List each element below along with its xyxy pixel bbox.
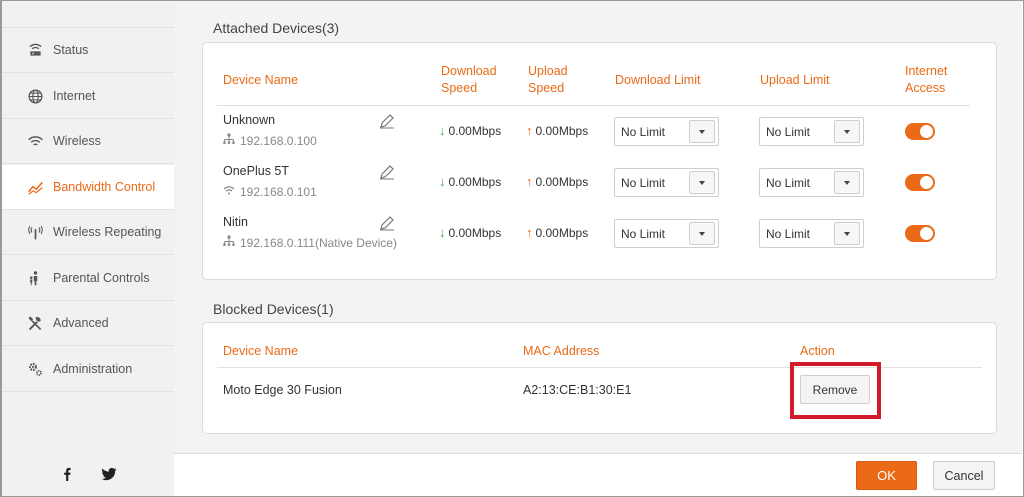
sidebar-item-label: Wireless Repeating [53, 225, 162, 239]
upload-limit-select[interactable]: No Limit [759, 168, 864, 197]
chevron-down-icon[interactable] [689, 120, 715, 143]
sidebar-item-wireless[interactable]: Wireless [2, 119, 174, 164]
col-device-name: Device Name [223, 344, 299, 358]
sidebar-item-advanced[interactable]: Advanced [2, 301, 174, 346]
sidebar-item-parental-controls[interactable]: Parental Controls [2, 256, 174, 301]
main-content: Attached Devices(3) Device Name Download… [174, 1, 1022, 453]
edit-pencil-icon[interactable] [379, 113, 395, 129]
device-ip: 192.168.0.100 [223, 133, 317, 148]
wired-network-icon [223, 235, 235, 250]
blocked-device-name: Moto Edge 30 Fusion [223, 383, 342, 397]
col-upload-limit: Upload Limit [760, 73, 830, 87]
internet-access-toggle[interactable] [905, 174, 935, 191]
download-arrow-icon: ↓ [439, 123, 446, 138]
router-icon [24, 41, 46, 59]
download-limit-select[interactable]: No Limit [614, 219, 719, 248]
device-ip: 192.168.0.111(Native Device) [223, 235, 397, 250]
device-ip: 192.168.0.101 [223, 184, 317, 199]
download-limit-select[interactable]: No Limit [614, 168, 719, 197]
chevron-down-icon[interactable] [834, 120, 860, 143]
chevron-down-icon[interactable] [834, 171, 860, 194]
upload-arrow-icon: ↑ [526, 225, 533, 240]
footer-bar: OK Cancel [174, 453, 1022, 496]
header-divider [217, 105, 970, 106]
sidebar-item-label: Administration [53, 362, 133, 376]
col-upload-speed: Upload Speed [528, 64, 568, 95]
edit-pencil-icon[interactable] [379, 215, 395, 231]
wifi-icon [24, 132, 46, 150]
upload-limit-select[interactable]: No Limit [759, 219, 864, 248]
download-speed: ↓ 0.00Mbps [439, 225, 502, 240]
sidebar-item-label: Internet [53, 89, 96, 103]
upload-arrow-icon: ↑ [526, 174, 533, 189]
sidebar-item-internet[interactable]: Internet [2, 74, 174, 119]
download-arrow-icon: ↓ [439, 174, 446, 189]
chevron-down-icon[interactable] [689, 171, 715, 194]
edit-pencil-icon[interactable] [379, 164, 395, 180]
gears-icon [24, 360, 46, 378]
chevron-down-icon[interactable] [689, 222, 715, 245]
facebook-icon[interactable] [59, 466, 75, 482]
sidebar-item-label: Bandwidth Control [53, 180, 156, 194]
col-download-speed: Download Speed [441, 64, 497, 95]
col-mac-address: MAC Address [523, 344, 600, 358]
upload-speed: ↑ 0.00Mbps [526, 123, 589, 138]
download-arrow-icon: ↓ [439, 225, 446, 240]
upload-limit-select[interactable]: No Limit [759, 117, 864, 146]
sidebar: Status Internet Wireless Bandwidth Contr… [2, 1, 174, 496]
internet-access-toggle[interactable] [905, 123, 935, 140]
blocked-devices-card: Device Name MAC Address Action Moto Edge… [202, 322, 997, 434]
blocked-device-mac: A2:13:CE:B1:30:E1 [523, 383, 632, 397]
antenna-icon [24, 223, 46, 241]
cancel-button[interactable]: Cancel [933, 461, 995, 490]
remove-button[interactable]: Remove [800, 375, 870, 404]
parent-child-icon [24, 269, 46, 287]
blocked-devices-title: Blocked Devices(1) [213, 301, 334, 317]
social-links [2, 451, 174, 496]
wifi-icon [223, 184, 235, 199]
col-device-name: Device Name [223, 73, 299, 87]
upload-arrow-icon: ↑ [526, 123, 533, 138]
sidebar-item-label: Advanced [53, 316, 109, 330]
sidebar-item-wireless-repeating[interactable]: Wireless Repeating [2, 210, 174, 255]
sidebar-item-status[interactable]: Status [2, 28, 174, 73]
col-internet-access: Internet Access [905, 64, 948, 95]
attached-devices-card: Device Name Download Speed Upload Speed … [202, 42, 997, 280]
device-name: OnePlus 5T [223, 164, 290, 178]
device-name: Nitin [223, 215, 249, 229]
download-speed: ↓ 0.00Mbps [439, 123, 502, 138]
col-action: Action [800, 344, 835, 358]
twitter-icon[interactable] [101, 466, 117, 482]
device-name: Unknown [223, 113, 276, 127]
upload-speed: ↑ 0.00Mbps [526, 225, 589, 240]
sidebar-item-administration[interactable]: Administration [2, 347, 174, 392]
download-speed: ↓ 0.00Mbps [439, 174, 502, 189]
download-limit-select[interactable]: No Limit [614, 117, 719, 146]
internet-access-toggle[interactable] [905, 225, 935, 242]
tools-icon [24, 314, 46, 332]
globe-icon [24, 87, 46, 105]
wired-network-icon [223, 133, 235, 148]
col-download-limit: Download Limit [615, 73, 701, 87]
attached-devices-title: Attached Devices(3) [213, 20, 340, 36]
chevron-down-icon[interactable] [834, 222, 860, 245]
bandwidth-icon [24, 178, 46, 196]
sidebar-item-label: Wireless [53, 134, 101, 148]
ok-button[interactable]: OK [856, 461, 917, 490]
sidebar-item-bandwidth-control[interactable]: Bandwidth Control [2, 165, 174, 210]
upload-speed: ↑ 0.00Mbps [526, 174, 589, 189]
sidebar-item-label: Parental Controls [53, 271, 150, 285]
sidebar-item-label: Status [53, 43, 89, 57]
